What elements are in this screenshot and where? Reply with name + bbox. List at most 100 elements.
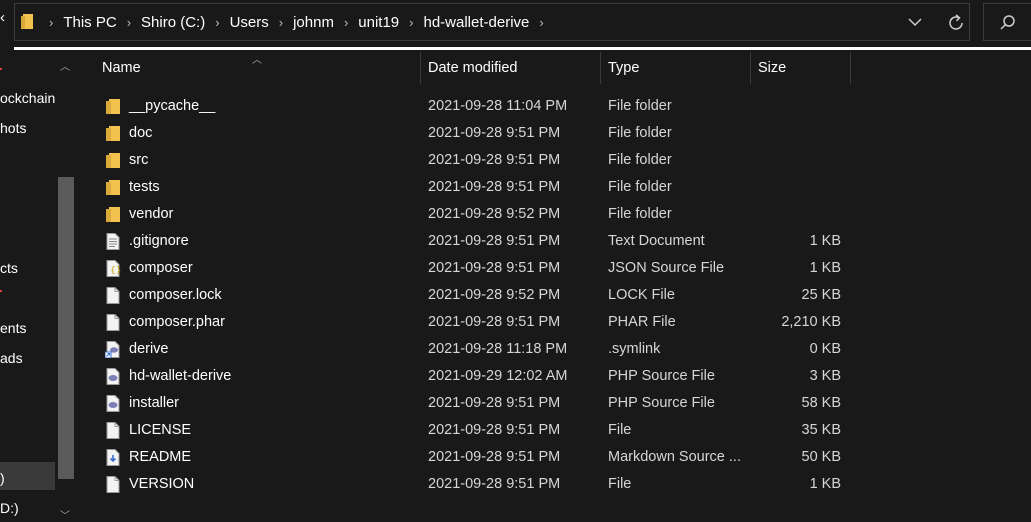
file-date-modified: 2021-09-28 9:52 PM: [428, 287, 561, 303]
file-size: [760, 93, 841, 120]
breadcrumb-separator-icon[interactable]: ›: [277, 15, 285, 30]
nav-item[interactable]: D:): [0, 500, 19, 516]
column-header-size[interactable]: Size: [758, 52, 786, 84]
file-date-modified: 2021-09-28 9:51 PM: [428, 395, 561, 411]
search-icon: [1000, 15, 1015, 30]
folder-icon: [105, 152, 121, 169]
file-size: [760, 147, 841, 174]
file-type: File folder: [608, 152, 672, 168]
breadcrumb-item[interactable]: Users: [222, 14, 277, 31]
nav-item[interactable]: cts: [0, 260, 18, 276]
file-date-modified: 2021-09-28 11:18 PM: [428, 341, 568, 357]
file-size: [760, 174, 841, 201]
file-row[interactable]: src 2021-09-28 9:51 PM File folder: [80, 147, 1031, 174]
php-symlink-icon: [104, 341, 121, 359]
file-name: tests: [129, 179, 160, 195]
nav-item[interactable]: ads: [0, 350, 23, 366]
file-date-modified: 2021-09-28 9:51 PM: [428, 233, 561, 249]
breadcrumb-separator-icon[interactable]: ›: [407, 15, 415, 30]
file-type: File folder: [608, 179, 672, 195]
column-header-name[interactable]: Name: [102, 52, 141, 84]
file-type: .symlink: [608, 341, 661, 357]
breadcrumb-separator-icon[interactable]: ›: [47, 15, 55, 30]
file-row[interactable]: tests 2021-09-28 9:51 PM File folder: [80, 174, 1031, 201]
file-row[interactable]: doc 2021-09-28 9:51 PM File folder: [80, 120, 1031, 147]
file-date-modified: 2021-09-28 9:51 PM: [428, 179, 561, 195]
breadcrumb-item[interactable]: hd-wallet-derive: [416, 14, 538, 31]
file-row[interactable]: README 2021-09-28 9:51 PM Markdown Source …: [80, 444, 1031, 471]
file-row[interactable]: composer.lock 2021-09-28 9:52 PM LOCK File…: [80, 282, 1031, 309]
breadcrumb-separator-icon[interactable]: ›: [125, 15, 133, 30]
column-header-date[interactable]: Date modified: [428, 52, 517, 84]
breadcrumb-separator-icon[interactable]: ›: [537, 15, 545, 30]
column-divider[interactable]: [750, 52, 751, 84]
file-row[interactable]: {} composer 2021-09-28 9:51 PM JSON Source …: [80, 255, 1031, 282]
file-type: PHP Source File: [608, 368, 715, 384]
scroll-down-icon[interactable]: ﹀: [60, 507, 70, 522]
file-row[interactable]: derive 2021-09-28 11:18 PM .symlink 0 KB: [80, 336, 1031, 363]
file-name: LICENSE: [129, 422, 192, 438]
search-box[interactable]: [983, 3, 1031, 41]
text-file-icon: [105, 233, 121, 250]
column-divider[interactable]: [600, 52, 601, 84]
file-type: File folder: [608, 98, 672, 114]
nav-item[interactable]: ockchain: [0, 90, 55, 106]
file-size: 25 KB: [801, 287, 842, 303]
file-type: File: [608, 476, 632, 492]
file-size: 1 KB: [809, 260, 841, 276]
breadcrumb-item[interactable]: Shiro (C:): [133, 14, 213, 31]
file-date-modified: 2021-09-28 9:51 PM: [428, 125, 561, 141]
nav-item[interactable]: ents: [0, 320, 26, 336]
folder-icon: [105, 125, 121, 142]
nav-scroll-thumb[interactable]: [58, 177, 74, 479]
column-divider[interactable]: [420, 52, 421, 84]
nav-item[interactable]: hots: [0, 120, 26, 136]
file-row[interactable]: LICENSE 2021-09-28 9:51 PM File 35 KB: [80, 417, 1031, 444]
file-type: PHAR File: [608, 314, 676, 330]
file-date-modified: 2021-09-29 12:02 AM: [428, 368, 568, 384]
folder-icon: [105, 98, 121, 115]
file-type: Markdown Source ...: [608, 449, 741, 465]
file-size: 2,210 KB: [781, 314, 841, 330]
file-date-modified: 2021-09-28 9:51 PM: [428, 449, 561, 465]
json-file-icon: {}: [105, 260, 121, 277]
folder-icon: [21, 14, 33, 29]
file-type: File folder: [608, 125, 672, 141]
column-header-type[interactable]: Type: [608, 52, 639, 84]
file-row[interactable]: installer 2021-09-28 9:51 PM PHP Source Fi…: [80, 390, 1031, 417]
nav-back-icon[interactable]: ‹: [0, 9, 5, 26]
file-icon: [105, 287, 121, 304]
column-divider[interactable]: [850, 52, 851, 84]
breadcrumb-separator-icon[interactable]: ›: [213, 15, 221, 30]
file-row[interactable]: hd-wallet-derive 2021-09-29 12:02 AM PHP S…: [80, 363, 1031, 390]
chevron-down-icon[interactable]: [905, 12, 925, 32]
file-type: JSON Source File: [608, 260, 725, 276]
scroll-up-icon[interactable]: ︿: [60, 58, 70, 73]
folder-icon: [105, 179, 121, 196]
refresh-icon[interactable]: [945, 12, 967, 34]
nav-item[interactable]: ): [0, 470, 5, 486]
file-row[interactable]: composer.phar 2021-09-28 9:51 PM PHAR File…: [80, 309, 1031, 336]
breadcrumb-item[interactable]: johnm: [285, 14, 342, 31]
file-name: vendor: [129, 206, 174, 222]
pin-marker: [0, 290, 2, 292]
breadcrumb-item[interactable]: unit19: [350, 14, 407, 31]
file-type: PHP Source File: [608, 395, 715, 411]
markdown-file-icon: [105, 449, 121, 466]
file-icon: [105, 422, 121, 439]
file-row[interactable]: vendor 2021-09-28 9:52 PM File folder: [80, 201, 1031, 228]
file-date-modified: 2021-09-28 9:52 PM: [428, 206, 561, 222]
file-name: src: [129, 152, 149, 168]
breadcrumb-item[interactable]: This PC: [55, 14, 124, 31]
svg-text:{}: {}: [110, 266, 121, 276]
breadcrumb-separator-icon[interactable]: ›: [342, 15, 350, 30]
file-name: README: [129, 449, 192, 465]
address-bar[interactable]: › This PC › Shiro (C:) › Users › johnm › unit19 › h…: [14, 3, 970, 41]
file-row[interactable]: .gitignore 2021-09-28 9:51 PM Text Documen…: [80, 228, 1031, 255]
file-type: LOCK File: [608, 287, 675, 303]
file-row[interactable]: __pycache__ 2021-09-28 11:04 PM File folde…: [80, 93, 1031, 120]
file-row[interactable]: VERSION 2021-09-28 9:51 PM File 1 KB: [80, 471, 1031, 498]
file-type: Text Document: [608, 233, 705, 249]
nav-selected-highlight: [0, 462, 55, 490]
file-name: hd-wallet-derive: [129, 368, 232, 384]
